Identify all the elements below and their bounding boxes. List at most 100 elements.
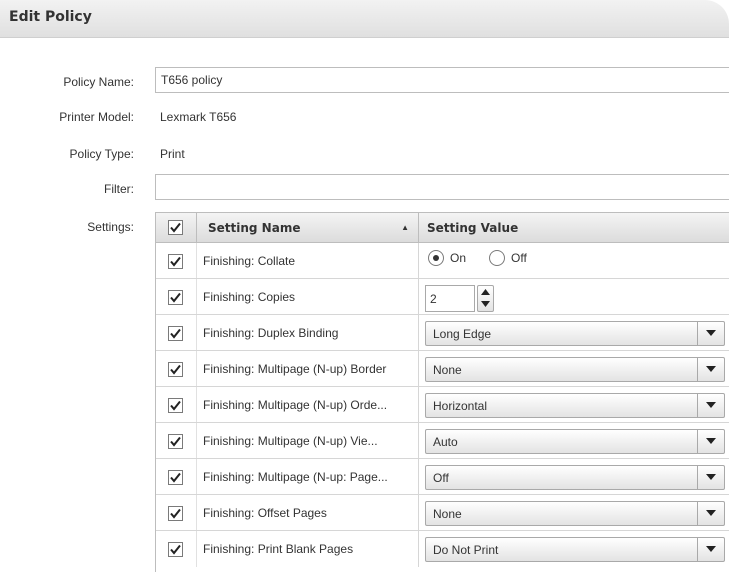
row-check-cell	[156, 315, 196, 350]
checkmark-icon	[170, 328, 181, 339]
setting-name-column-header[interactable]: Setting Name ▲	[196, 213, 418, 242]
select-value: Horizontal	[433, 399, 488, 413]
panel-header: Edit Policy	[0, 0, 729, 38]
stepper-up-button[interactable]	[478, 286, 493, 298]
row-checkbox[interactable]	[168, 326, 183, 341]
row-name-cell: Finishing: Print Blank Pages	[196, 531, 418, 567]
row-value-cell: None	[418, 351, 729, 386]
radio-selected-dot	[433, 255, 439, 261]
table-row: Finishing: Multipage (N-up) Orde... Hori…	[156, 387, 729, 423]
row-name-cell: Finishing: Collate	[196, 243, 418, 278]
setting-select[interactable]: Horizontal	[425, 393, 725, 418]
table-row: Finishing: Multipage (N-up) Border None	[156, 351, 729, 387]
row-name-cell: Finishing: Copies	[196, 279, 418, 314]
checkmark-icon	[170, 508, 181, 519]
triangle-down-icon	[706, 402, 716, 408]
row-checkbox[interactable]	[168, 362, 183, 377]
checkmark-icon	[170, 256, 181, 267]
triangle-down-icon	[706, 330, 716, 336]
row-checkbox[interactable]	[168, 434, 183, 449]
dropdown-button[interactable]	[697, 394, 724, 417]
copies-input[interactable]	[425, 285, 475, 312]
setting-select[interactable]: None	[425, 357, 725, 382]
row-name-cell: Finishing: Multipage (N-up) Vie...	[196, 423, 418, 458]
triangle-up-icon	[481, 289, 490, 295]
row-value-cell: Auto	[418, 423, 729, 458]
checkmark-icon	[170, 436, 181, 447]
printer-model-label: Printer Model:	[59, 110, 134, 124]
dropdown-button[interactable]	[697, 538, 724, 561]
row-checkbox[interactable]	[168, 470, 183, 485]
setting-name: Finishing: Offset Pages	[203, 506, 327, 520]
select-value: Long Edge	[433, 327, 492, 341]
triangle-down-icon	[706, 546, 716, 552]
setting-select[interactable]: Long Edge	[425, 321, 725, 346]
row-check-cell	[156, 423, 196, 458]
dropdown-button[interactable]	[697, 322, 724, 345]
policy-type-value: Print	[160, 147, 185, 161]
checkmark-icon	[170, 400, 181, 411]
table-row: Finishing: Collate On Off	[156, 243, 729, 279]
setting-select[interactable]: Off	[425, 465, 725, 490]
dropdown-button[interactable]	[697, 502, 724, 525]
select-value: Off	[433, 471, 449, 485]
sort-ascending-icon: ▲	[401, 223, 409, 232]
dropdown-button[interactable]	[697, 358, 724, 381]
filter-input[interactable]	[155, 174, 729, 200]
row-check-cell	[156, 459, 196, 494]
select-value: Do Not Print	[433, 543, 499, 557]
select-value: Auto	[433, 435, 458, 449]
row-value-cell: Do Not Print	[418, 531, 729, 567]
setting-select[interactable]: Auto	[425, 429, 725, 454]
setting-name: Finishing: Collate	[203, 254, 296, 268]
table-row: Finishing: Multipage (N-up: Page... Off	[156, 459, 729, 495]
row-value-cell	[418, 279, 729, 314]
select-all-checkbox[interactable]	[168, 220, 183, 235]
setting-select[interactable]: Do Not Print	[425, 537, 725, 562]
triangle-down-icon	[706, 510, 716, 516]
panel-title: Edit Policy	[9, 9, 92, 25]
row-check-cell	[156, 387, 196, 422]
row-checkbox[interactable]	[168, 542, 183, 557]
row-value-cell: Off	[418, 459, 729, 494]
stepper-down-button[interactable]	[478, 298, 493, 310]
triangle-down-icon	[706, 474, 716, 480]
setting-select[interactable]: None	[425, 501, 725, 526]
row-check-cell	[156, 531, 196, 567]
copies-stepper	[477, 285, 494, 312]
setting-name: Finishing: Multipage (N-up) Border	[203, 362, 387, 376]
row-checkbox[interactable]	[168, 506, 183, 521]
row-check-cell	[156, 243, 196, 278]
settings-label: Settings:	[87, 220, 134, 234]
setting-name: Finishing: Copies	[203, 290, 296, 304]
row-checkbox[interactable]	[168, 254, 183, 269]
row-name-cell: Finishing: Offset Pages	[196, 495, 418, 530]
table-row: Finishing: Multipage (N-up) Vie... Auto	[156, 423, 729, 459]
radio-on-label[interactable]: On	[450, 251, 466, 265]
table-row: Finishing: Duplex Binding Long Edge	[156, 315, 729, 351]
triangle-down-icon	[706, 438, 716, 444]
row-name-cell: Finishing: Multipage (N-up) Border	[196, 351, 418, 386]
row-checkbox[interactable]	[168, 290, 183, 305]
checkmark-icon	[170, 472, 181, 483]
radio-on[interactable]	[428, 250, 444, 266]
row-check-cell	[156, 495, 196, 530]
radio-off-label[interactable]: Off	[511, 251, 527, 265]
policy-name-input[interactable]	[155, 67, 729, 93]
checkmark-icon	[170, 544, 181, 555]
setting-name: Finishing: Multipage (N-up: Page...	[203, 470, 388, 484]
setting-name: Finishing: Multipage (N-up) Orde...	[203, 398, 388, 412]
table-row: Finishing: Copies	[156, 279, 729, 315]
dropdown-button[interactable]	[697, 430, 724, 453]
row-checkbox[interactable]	[168, 398, 183, 413]
row-name-cell: Finishing: Multipage (N-up: Page...	[196, 459, 418, 494]
row-check-cell	[156, 351, 196, 386]
setting-name: Finishing: Multipage (N-up) Vie...	[203, 434, 378, 448]
policy-name-label: Policy Name:	[63, 75, 134, 89]
row-value-cell: On Off	[418, 243, 729, 278]
triangle-down-icon	[706, 366, 716, 372]
checkmark-icon	[170, 292, 181, 303]
radio-off[interactable]	[489, 250, 505, 266]
checkmark-icon	[170, 364, 181, 375]
dropdown-button[interactable]	[697, 466, 724, 489]
